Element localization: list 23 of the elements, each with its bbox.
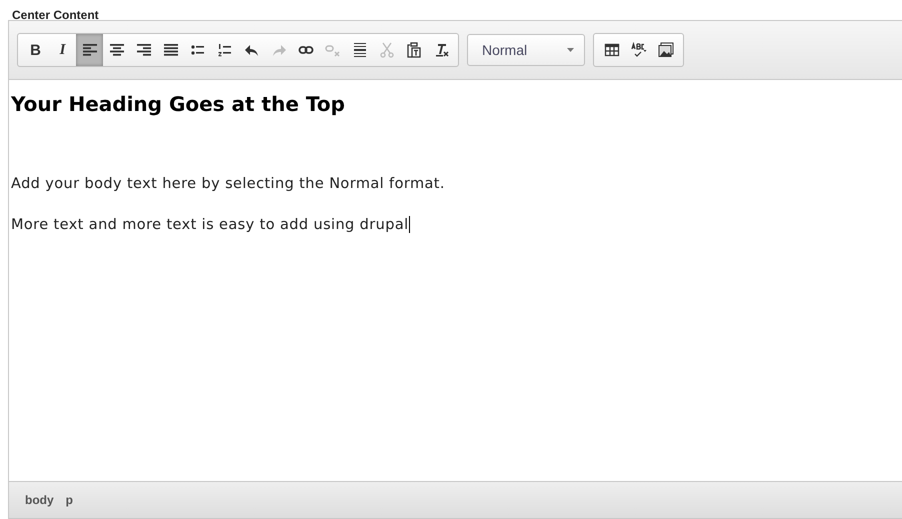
heading: Your Heading Goes at the Top xyxy=(11,92,346,116)
image-icon xyxy=(658,42,674,58)
italic-button[interactable]: I xyxy=(49,34,76,66)
cut-icon xyxy=(378,42,394,58)
field-label: Center Content xyxy=(11,7,100,20)
element-path-link[interactable]: p xyxy=(66,493,74,507)
element-path-link[interactable]: body xyxy=(25,493,54,507)
align-left-icon xyxy=(82,42,98,58)
numbers-icon xyxy=(216,42,232,58)
align-left-button[interactable] xyxy=(76,34,103,66)
format-dropdown[interactable]: Normal xyxy=(467,34,585,66)
rule-icon xyxy=(352,42,368,58)
caret-icon xyxy=(567,48,574,52)
paste-icon xyxy=(406,42,422,58)
table-icon xyxy=(604,42,620,58)
paragraph: Add your body text here by selecting the Normal format. xyxy=(11,176,446,192)
justify-icon xyxy=(162,42,178,58)
align-right-icon xyxy=(136,42,152,58)
bold-button[interactable]: B xyxy=(22,34,49,66)
paragraph: More text and more text is easy to add using drupal xyxy=(11,216,411,233)
align-center-icon xyxy=(108,42,124,58)
spell-icon xyxy=(630,42,646,58)
redo-icon xyxy=(270,42,286,58)
